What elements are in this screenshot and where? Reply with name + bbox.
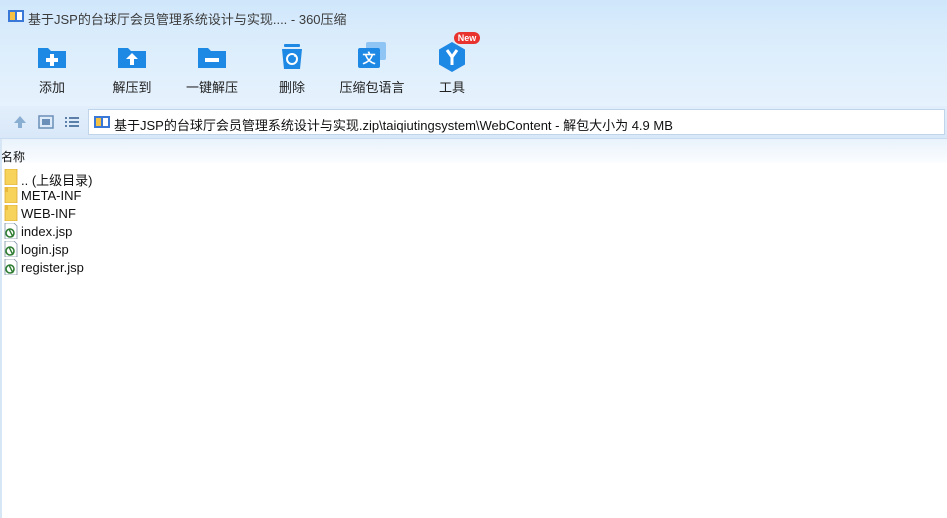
item-name: register.jsp (21, 260, 84, 275)
archive-language-button[interactable]: 文 压缩包语言 (332, 36, 412, 98)
recycle-bin-icon (282, 44, 302, 69)
tools-label: 工具 (438, 80, 465, 95)
address-bar[interactable]: 基于JSP的台球厅会员管理系统设计与实现.zip\taiqiutingsyste… (88, 109, 945, 135)
column-header-name[interactable]: 名称 (0, 139, 947, 164)
folder-icon (4, 205, 18, 221)
top-bar: 基于JSP的台球厅会员管理系统设计与实现.... - 360压缩 添加 解压到 … (0, 0, 947, 106)
up-arrow-icon[interactable] (11, 113, 29, 131)
archive-app-icon (8, 10, 24, 22)
archive-file-icon (94, 116, 110, 128)
list-item[interactable]: register.jsp (0, 258, 947, 276)
delete-label: 删除 (278, 80, 305, 95)
list-view-icon[interactable] (63, 113, 81, 131)
archive-language-label: 压缩包语言 (339, 80, 405, 95)
one-click-extract-label: 一键解压 (185, 80, 238, 95)
add-button[interactable]: 添加 (12, 36, 92, 98)
list-item[interactable]: index.jsp (0, 222, 947, 240)
folder-icon (4, 187, 18, 203)
item-name: META-INF (21, 188, 82, 203)
thumbnail-view-icon[interactable] (37, 113, 55, 131)
extract-to-button[interactable]: 解压到 (92, 36, 172, 98)
language-icon: 文 (358, 42, 386, 68)
folder-extract-icon (118, 48, 146, 68)
address-path: 基于JSP的台球厅会员管理系统设计与实现.zip\taiqiutingsyste… (114, 118, 673, 133)
list-item[interactable]: WEB-INF (0, 204, 947, 222)
toolbar: 添加 解压到 一键解压 删除 文 压缩包语言 工具 (0, 36, 520, 98)
window-title: 基于JSP的台球厅会员管理系统设计与实现.... - 360压缩 (28, 12, 347, 27)
jsp-file-icon (4, 259, 18, 275)
item-name: WEB-INF (21, 206, 76, 221)
navigation-bar: 基于JSP的台球厅会员管理系统设计与实现.zip\taiqiutingsyste… (0, 106, 947, 139)
title-bar: 基于JSP的台球厅会员管理系统设计与实现.... - 360压缩 (0, 0, 947, 32)
new-badge: New (454, 32, 480, 44)
column-header-label: 名称 (1, 150, 26, 164)
tools-button[interactable]: 工具 (412, 36, 492, 98)
folder-onekey-extract-icon (198, 48, 226, 68)
list-item[interactable]: login.jsp (0, 240, 947, 258)
tools-icon (439, 42, 465, 72)
delete-button[interactable]: 删除 (252, 36, 332, 98)
extract-to-label: 解压到 (112, 80, 152, 95)
folder-icon (4, 169, 18, 185)
jsp-file-icon (4, 241, 18, 257)
item-name: login.jsp (21, 242, 69, 257)
add-label: 添加 (38, 80, 65, 95)
list-item[interactable]: META-INF (0, 186, 947, 204)
folder-add-icon (38, 48, 66, 68)
item-name: index.jsp (21, 224, 73, 239)
svg-text:文: 文 (362, 51, 376, 67)
list-item[interactable]: .. (上级目录) (0, 168, 947, 188)
jsp-file-icon (4, 223, 18, 239)
one-click-extract-button[interactable]: 一键解压 (172, 36, 252, 98)
file-list: .. (上级目录) META-INF WEB-INF index.jsp log… (0, 168, 947, 276)
